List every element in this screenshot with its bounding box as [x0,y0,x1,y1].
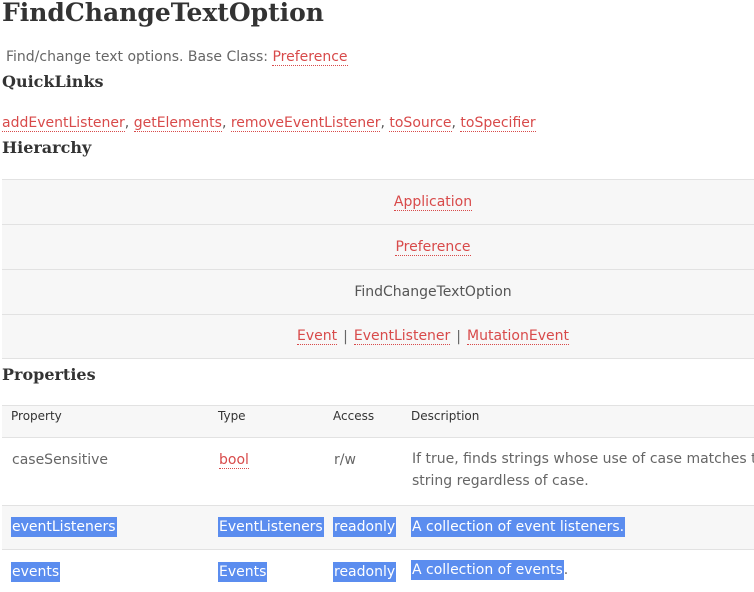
property-description: A collection of events. [411,560,569,580]
description-text: Find/change text options. Base Class: [6,49,269,65]
hierarchy-link-eventlistener[interactable]: EventListener [353,328,451,345]
quicklink-tospecifier[interactable]: toSpecifier [460,115,536,132]
property-access: readonly [333,517,397,537]
column-header-property: Property [11,409,62,423]
hierarchy-row: Application [2,179,754,224]
property-name: caseSensitive [12,452,109,468]
property-type: EventListeners [218,517,324,537]
property-name: events [11,562,61,582]
table-row: eventListeners EventListeners readonly A… [2,505,754,549]
description-rest-text: . [563,562,569,578]
properties-table: Property Type Access Description caseSen… [2,405,754,592]
table-row: events Events readonly A collection of e… [2,549,754,592]
quicklink-getelements[interactable]: getElements [133,115,222,132]
class-description: Find/change text options. Base Class: Pr… [6,49,348,66]
quicklink-separator: , [451,115,456,131]
property-type: Events [218,562,268,582]
quicklink-addeventlistener[interactable]: addEventListener [2,115,125,132]
page-title: FindChangeTextOption [2,0,324,27]
description-line: If true, finds strings whose use of case… [412,451,754,467]
description-selected-text: A collection of events [411,560,564,580]
base-class-link[interactable]: Preference [272,49,348,66]
hierarchy-row: Preference [2,224,754,269]
description-line: string regardless of case. [412,473,589,489]
column-header-type: Type [218,409,246,423]
quicklink-separator: , [124,115,130,131]
properties-heading: Properties [2,365,96,384]
hierarchy-heading: Hierarchy [2,138,92,157]
quicklinks-heading: QuickLinks [2,72,104,91]
property-access: r/w [334,452,356,468]
column-header-description: Description [411,409,480,423]
hierarchy-link-application[interactable]: Application [393,194,473,211]
hierarchy-link-mutationevent[interactable]: MutationEvent [467,328,569,345]
hierarchy-link-event[interactable]: Event [297,328,338,345]
quicklink-removeeventlistener[interactable]: removeEventListener [230,115,381,132]
quicklink-tosource[interactable]: toSource [389,115,452,132]
property-description: If true, finds strings whose use of case… [412,448,754,492]
property-description: A collection of event listeners. [411,517,626,537]
hierarchy-row-current: FindChangeTextOption [2,269,754,314]
hierarchy-row: Event | EventListener | MutationEvent [2,314,754,359]
column-header-access: Access [333,409,375,423]
property-name: eventListeners [11,517,117,537]
property-type-link[interactable]: bool [219,452,249,469]
property-access: readonly [333,562,397,582]
hierarchy-current-class: FindChangeTextOption [354,284,512,300]
quicklink-separator: , [221,115,227,131]
hierarchy-separator: | [456,328,462,345]
hierarchy-table: Application Preference FindChangeTextOpt… [2,179,754,359]
hierarchy-separator: | [343,328,348,345]
properties-header-row: Property Type Access Description [2,405,754,437]
table-row: caseSensitive bool r/w If true, finds st… [2,437,754,505]
quicklink-separator: , [380,115,385,131]
hierarchy-link-preference[interactable]: Preference [395,239,471,256]
quicklinks-list: addEventListener, getElements, removeEve… [2,115,536,132]
